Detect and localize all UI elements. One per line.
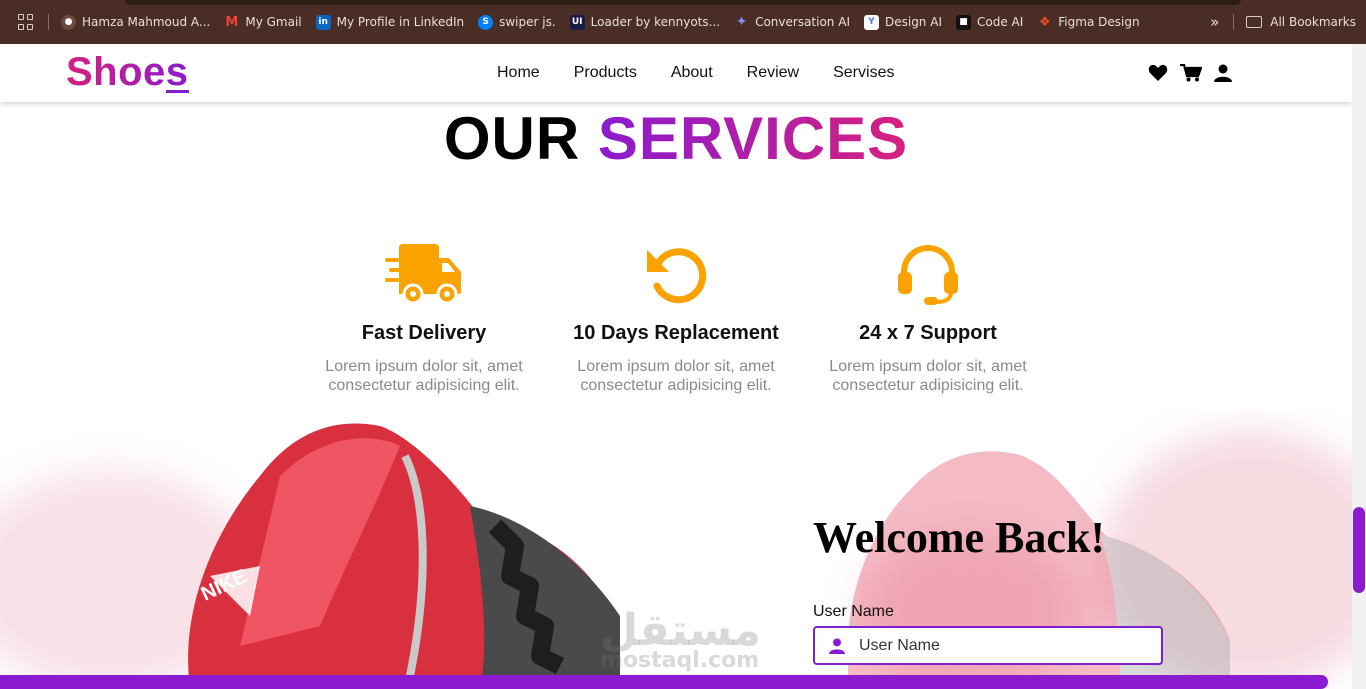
service-support: 24 x 7 Support Lorem ipsum dolor sit, am… <box>818 242 1038 395</box>
bookmark-code-ai[interactable]: ■ Code AI <box>955 14 1023 30</box>
folder-icon <box>1246 16 1263 28</box>
bookmarks-bar: ● Hamza Mahmoud A... M My Gmail in My Profi… <box>0 0 1366 44</box>
logo-underline <box>166 90 189 93</box>
bookmarks-right: » All Bookmarks <box>1210 0 1356 44</box>
apps-grid-icon[interactable] <box>18 14 34 30</box>
services-title: OUR SERVICES <box>0 104 1352 173</box>
nav-about[interactable]: About <box>671 64 713 82</box>
uiverse-icon: UI <box>569 14 585 30</box>
design-ai-icon: Y <box>863 14 879 30</box>
service-title: 24 x 7 Support <box>859 322 997 344</box>
profile-avatar-icon: ● <box>61 14 76 30</box>
service-title: 10 Days Replacement <box>573 322 779 344</box>
figma-icon: ❖ <box>1038 14 1051 30</box>
swiper-icon: S <box>478 14 494 30</box>
code-ai-icon: ■ <box>955 14 971 30</box>
all-bookmarks-link[interactable]: All Bookmarks <box>1270 15 1356 29</box>
mostaql-watermark: مستقل mostaql.com <box>600 605 761 673</box>
bookmark-conversation-ai[interactable]: ✦ Conversation AI <box>734 14 850 30</box>
user-icon[interactable] <box>1214 64 1232 82</box>
truck-icon <box>385 244 461 305</box>
replace-icon <box>647 248 707 304</box>
username-label: User Name <box>813 603 894 620</box>
red-sneaker-image: NIKE <box>188 423 620 689</box>
nav-servises[interactable]: Servises <box>833 64 894 82</box>
nav-review[interactable]: Review <box>747 64 799 82</box>
site-header: Shoes Home Products About Review Servise… <box>0 44 1352 102</box>
linkedin-icon: in <box>315 14 331 30</box>
service-title: Fast Delivery <box>361 322 487 344</box>
services-title-part1: OUR <box>443 105 581 172</box>
bookmarks-separator-right <box>1233 14 1235 30</box>
user-icon <box>829 637 845 654</box>
bookmark-swiper[interactable]: Sswiper js. <box>478 14 556 30</box>
bookmark-hamza[interactable]: ● Hamza Mahmoud A... <box>61 14 210 30</box>
username-input[interactable] <box>859 636 1139 655</box>
more-bookmarks-chevron-icon[interactable]: » <box>1210 13 1219 31</box>
bookmark-gmail[interactable]: M My Gmail <box>224 15 301 30</box>
username-field[interactable] <box>813 626 1163 665</box>
scrollbar-thumb[interactable] <box>1353 507 1365 593</box>
nav-products[interactable]: Products <box>574 64 637 82</box>
cart-icon[interactable] <box>1180 64 1202 82</box>
main-nav: Home Products About Review Servises <box>497 44 928 102</box>
nav-home[interactable]: Home <box>497 64 540 82</box>
services-title-part2: SERVICES <box>597 105 909 172</box>
bottom-accent-bar <box>0 675 1328 689</box>
bookmark-loader[interactable]: UI Loader by kennyots... <box>569 14 720 30</box>
bookmark-linkedin[interactable]: in My Profile in LinkedIn <box>315 14 464 30</box>
header-icons <box>1148 64 1244 82</box>
service-fast-delivery: Fast Delivery Lorem ipsum dolor sit, ame… <box>314 242 534 395</box>
bookmark-figma[interactable]: ❖ Figma Design <box>1037 14 1140 30</box>
welcome-heading: Welcome Back! <box>813 513 1106 562</box>
heart-icon[interactable] <box>1148 64 1168 82</box>
service-text: Lorem ipsum dolor sit, amet consectetur … <box>325 358 523 394</box>
service-replacement: 10 Days Replacement Lorem ipsum dolor si… <box>566 242 786 395</box>
headset-icon <box>898 245 958 305</box>
gmail-icon: M <box>225 14 239 30</box>
service-text: Lorem ipsum dolor sit, amet consectetur … <box>577 358 775 394</box>
conversation-ai-icon: ✦ <box>735 14 748 30</box>
service-text: Lorem ipsum dolor sit, amet consectetur … <box>829 358 1027 394</box>
bookmark-design-ai[interactable]: Y Design AI <box>863 14 942 30</box>
site-logo[interactable]: Shoes <box>66 50 189 95</box>
bookmarks-separator <box>48 14 49 30</box>
watermark-latin: mostaql.com <box>600 648 760 673</box>
